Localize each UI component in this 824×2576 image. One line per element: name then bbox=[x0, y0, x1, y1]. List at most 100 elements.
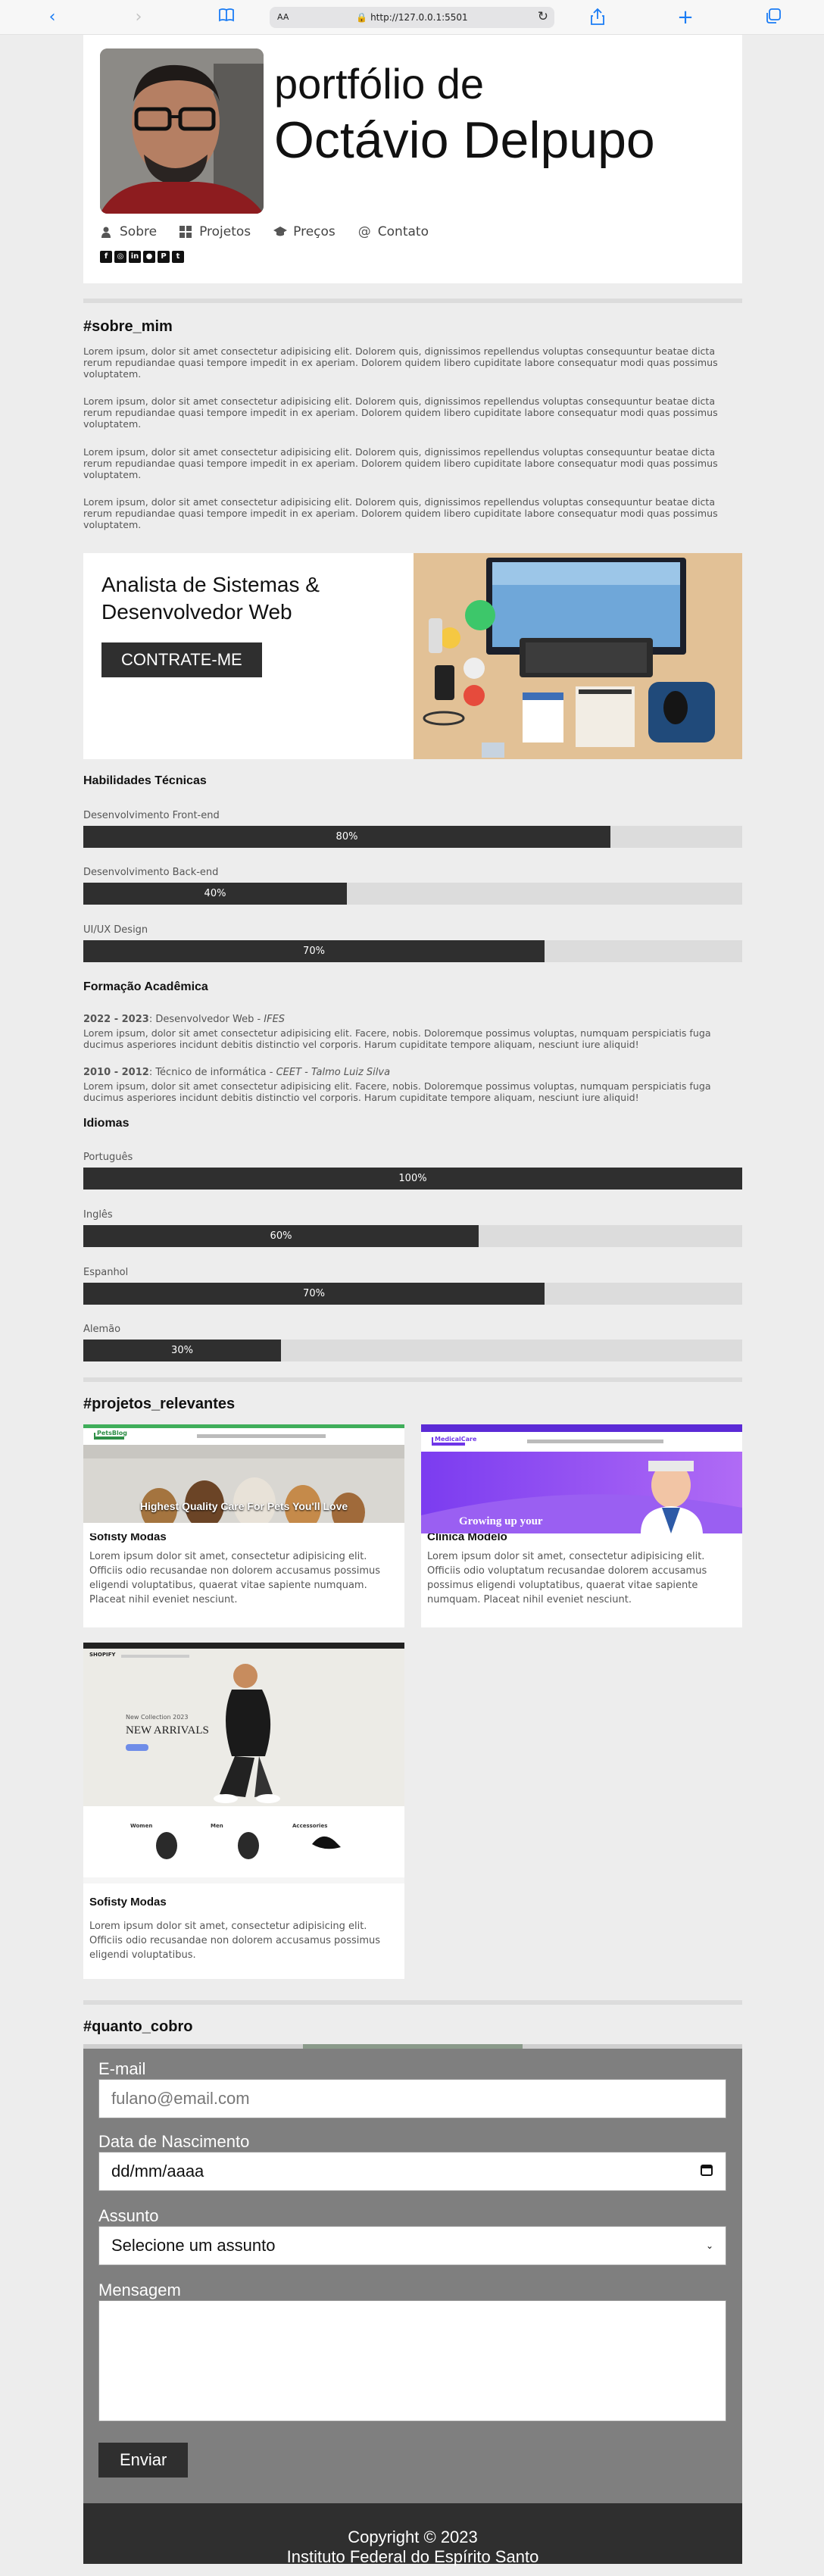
pinterest-icon[interactable]: P bbox=[158, 251, 170, 263]
project-desc: Lorem ipsum dolor sit amet, consectetur … bbox=[89, 1551, 381, 1605]
language-bar-fill: 30% bbox=[83, 1340, 281, 1361]
language-bar-fill: 70% bbox=[83, 1283, 545, 1305]
subject-label: Assunto bbox=[98, 2206, 159, 2225]
reload-icon[interactable]: ↻ bbox=[538, 9, 548, 24]
email-label: E-mail bbox=[98, 2059, 146, 2078]
language-bar: 30% bbox=[83, 1340, 742, 1361]
education-years: 2022 - 2023 bbox=[83, 1014, 149, 1025]
instagram-icon[interactable]: ◎ bbox=[114, 251, 126, 263]
main-nav: Sobre Projetos Preços @ Contato bbox=[100, 224, 429, 239]
page-title-line2: Octávio Delpupo bbox=[274, 111, 655, 169]
content-area: #sobre_mim Lorem ipsum, dolor sit amet c… bbox=[83, 303, 742, 2566]
thumbnail-category: Men bbox=[211, 1823, 223, 1829]
nav-item-precos[interactable]: Preços bbox=[273, 224, 336, 239]
twitter-icon[interactable]: t bbox=[172, 251, 184, 263]
education-desc: Lorem ipsum, dolor sit amet consectetur … bbox=[83, 1027, 711, 1050]
send-button[interactable]: Enviar bbox=[98, 2443, 189, 2478]
language-bar: 60% bbox=[83, 1225, 742, 1247]
birth-date-field[interactable]: dd/mm/aaaa bbox=[98, 2152, 726, 2191]
back-icon[interactable]: ‹ bbox=[42, 8, 62, 27]
thumbnail-brand: SHOPIFY bbox=[89, 1652, 116, 1658]
language-label: Espanhol bbox=[83, 1267, 129, 1278]
linkedin-icon[interactable]: in bbox=[129, 251, 141, 263]
thumbnail-brand: PetsBlog bbox=[95, 1430, 129, 1436]
tabs-icon[interactable] bbox=[763, 8, 783, 27]
nav-label: Sobre bbox=[120, 224, 158, 239]
birth-label: Data de Nascimento bbox=[98, 2132, 250, 2151]
birth-placeholder: dd/mm/aaaa bbox=[111, 2162, 204, 2181]
desk-photo bbox=[414, 553, 742, 759]
footer: Copyright © 2023 Instituto Federal do Es… bbox=[83, 2503, 742, 2566]
about-paragraph: Lorem ipsum, dolor sit amet consectetur … bbox=[83, 496, 718, 530]
project-card[interactable]: Growing up your MedicalCare Clínica Mode… bbox=[421, 1424, 742, 1627]
education-item: 2022 - 2023: Desenvolvedor Web - IFES bbox=[83, 1014, 742, 1025]
education-desc: Lorem ipsum, dolor sit amet consectetur … bbox=[83, 1080, 711, 1103]
skill-bar-fill: 80% bbox=[83, 826, 610, 848]
calendar-icon[interactable] bbox=[700, 2162, 713, 2181]
nav-label: Projetos bbox=[199, 224, 251, 239]
social-links: f ◎ in ● P t bbox=[100, 251, 184, 263]
grid-icon bbox=[179, 226, 192, 238]
skills-heading: Habilidades Técnicas bbox=[83, 774, 207, 787]
url-value: http://127.0.0.1:5501 bbox=[370, 12, 468, 23]
new-tab-icon[interactable]: + bbox=[676, 8, 695, 27]
skill-bar-fill: 70% bbox=[83, 940, 545, 962]
copyright-text: Copyright © 2023 bbox=[348, 2528, 478, 2546]
page-title-line1: portfólio de bbox=[274, 60, 485, 108]
nav-item-contato[interactable]: @ Contato bbox=[358, 224, 429, 239]
thumbnail-caption: NEW ARRIVALS bbox=[126, 1724, 209, 1737]
graduation-cap-icon bbox=[273, 226, 288, 238]
skill-label: UI/UX Design bbox=[83, 924, 148, 936]
message-label: Mensagem bbox=[98, 2281, 181, 2299]
nav-label: Preços bbox=[293, 224, 336, 239]
hire-text-panel: Analista de Sistemas & Desenvolvedor Web… bbox=[83, 553, 414, 759]
forward-icon[interactable]: › bbox=[129, 8, 148, 27]
facebook-icon[interactable]: f bbox=[100, 251, 112, 263]
nav-item-sobre[interactable]: Sobre bbox=[100, 224, 157, 239]
share-icon[interactable] bbox=[588, 8, 607, 27]
skill-bar-fill: 40% bbox=[83, 883, 347, 905]
education-school: CEET - Talmo Luiz Silva bbox=[276, 1067, 391, 1078]
about-heading: #sobre_mim bbox=[83, 318, 173, 335]
projects-heading: #projetos_relevantes bbox=[83, 1396, 236, 1412]
contact-form: E-mail fulano@email.com Data de Nascimen… bbox=[83, 2049, 742, 2503]
pricing-heading: #quanto_cobro bbox=[83, 2018, 193, 2035]
section-divider bbox=[83, 2000, 742, 2005]
language-bar-fill: 60% bbox=[83, 1225, 479, 1247]
thumbnail-category: Accessories bbox=[292, 1823, 328, 1829]
project-card[interactable]: SHOPIFY New Collection 2023 NEW ARRIVALS… bbox=[83, 1643, 404, 1979]
project-thumbnail: Highest Quality Care For Pets You'll Lov… bbox=[83, 1424, 404, 1533]
skill-label: Desenvolvimento Back-end bbox=[83, 867, 219, 878]
education-course: : Técnico de informática - bbox=[148, 1067, 276, 1078]
profile-photo bbox=[100, 48, 264, 214]
thumbnail-brand: MedicalCare bbox=[433, 1436, 479, 1443]
nav-item-projetos[interactable]: Projetos bbox=[179, 224, 251, 239]
language-label: Inglês bbox=[83, 1209, 113, 1221]
language-label: Português bbox=[83, 1152, 133, 1163]
thumbnail-caption: Growing up your bbox=[459, 1515, 543, 1527]
language-bar: 70% bbox=[83, 1283, 742, 1305]
hire-me-button[interactable]: CONTRATE-ME bbox=[101, 642, 262, 677]
languages-heading: Idiomas bbox=[83, 1117, 130, 1130]
education-years: 2010 - 2012 bbox=[83, 1067, 149, 1078]
education-course: : Desenvolvedor Web - bbox=[148, 1014, 264, 1025]
education-heading: Formação Acadêmica bbox=[83, 980, 208, 993]
project-desc: Lorem ipsum dolor sit amet, consectetur … bbox=[427, 1551, 707, 1605]
about-paragraph: Lorem ipsum, dolor sit amet consectetur … bbox=[83, 395, 718, 430]
subject-select[interactable]: Selecione um assunto ⌄ bbox=[98, 2226, 726, 2265]
project-card[interactable]: Highest Quality Care For Pets You'll Lov… bbox=[83, 1424, 404, 1627]
subject-selected: Selecione um assunto bbox=[111, 2236, 276, 2255]
message-textarea[interactable] bbox=[98, 2300, 726, 2421]
hire-banner: Analista de Sistemas & Desenvolvedor Web… bbox=[83, 553, 742, 759]
address-bar[interactable]: AA 🔒 http://127.0.0.1:5501 ↻ bbox=[270, 7, 554, 28]
project-thumbnail: SHOPIFY New Collection 2023 NEW ARRIVALS… bbox=[83, 1643, 404, 1884]
hire-title-line2: Desenvolvedor Web bbox=[101, 600, 292, 624]
user-icon bbox=[100, 226, 112, 238]
email-field[interactable]: fulano@email.com bbox=[98, 2079, 726, 2118]
skill-bar: 70% bbox=[83, 940, 742, 962]
project-desc: Lorem ipsum dolor sit amet, consectetur … bbox=[89, 1921, 381, 1961]
url-text: 🔒 http://127.0.0.1:5501 bbox=[356, 12, 468, 23]
github-icon[interactable]: ● bbox=[143, 251, 155, 263]
bookmarks-icon[interactable] bbox=[217, 8, 236, 27]
project-name: Sofisty Modas bbox=[89, 1896, 167, 1909]
